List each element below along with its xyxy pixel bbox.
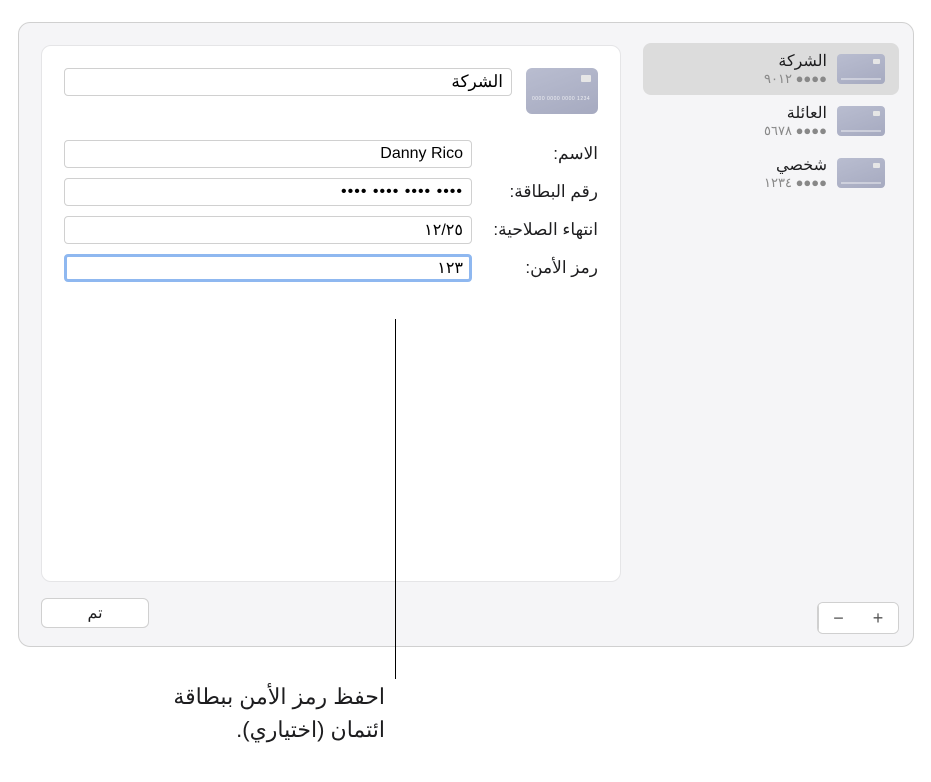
card-item-personal[interactable]: شخصي ١٢٣٤ ●●●● (643, 147, 899, 199)
cardholder-name-input[interactable] (64, 140, 472, 168)
number-label: رقم البطاقة: (480, 182, 598, 202)
expiry-label: انتهاء الصلاحية: (480, 220, 598, 240)
done-row: تم (41, 582, 621, 628)
credit-card-icon (837, 158, 885, 188)
expiry-input[interactable] (64, 216, 472, 244)
name-label: الاسم: (480, 144, 598, 164)
callout-leader-line (395, 319, 396, 679)
card-last4: ١٢٣٤ ●●●● (764, 175, 827, 191)
callout-text: احفظ رمز الأمن ببطاقة ائتمان (اختياري). (110, 680, 385, 746)
card-item-family[interactable]: العائلة ٥٦٧٨ ●●●● (643, 95, 899, 147)
add-card-button[interactable]: + (858, 603, 898, 633)
card-name: العائلة (787, 103, 827, 123)
card-number-input[interactable] (64, 178, 472, 206)
card-detail: 0000 0000 0000 1234 الاسم: رقم البطاقة: … (41, 45, 621, 582)
card-name: شخصي (776, 155, 827, 175)
security-label: رمز الأمن: (480, 258, 598, 278)
security-code-input[interactable] (64, 254, 472, 282)
card-last4: ٥٦٧٨ ●●●● (764, 123, 827, 139)
done-button[interactable]: تم (41, 598, 149, 628)
card-item-company[interactable]: الشركة ٩٠١٢ ●●●● (643, 43, 899, 95)
body-area: الشركة ٩٠١٢ ●●●● العائلة ٥٦٧٨ ●●●● شخصي (19, 23, 913, 646)
credit-card-icon (837, 54, 885, 84)
autofill-cards-window: الشركة ٩٠١٢ ●●●● العائلة ٥٦٧٨ ●●●● شخصي (18, 22, 914, 647)
card-last4: ٩٠١٢ ●●●● (764, 71, 827, 87)
remove-card-button[interactable]: − (818, 603, 858, 633)
card-name: الشركة (778, 51, 827, 71)
card-title-input[interactable] (64, 68, 512, 96)
card-list: الشركة ٩٠١٢ ●●●● العائلة ٥٦٧٨ ●●●● شخصي (643, 43, 899, 602)
sidebar-controls: + − (643, 602, 899, 646)
credit-card-large-icon: 0000 0000 0000 1234 (526, 68, 598, 114)
cards-sidebar: الشركة ٩٠١٢ ●●●● العائلة ٥٦٧٨ ●●●● شخصي (643, 23, 913, 646)
main-panel: 0000 0000 0000 1234 الاسم: رقم البطاقة: … (19, 23, 643, 646)
title-row: 0000 0000 0000 1234 (64, 68, 598, 114)
credit-card-icon (837, 106, 885, 136)
